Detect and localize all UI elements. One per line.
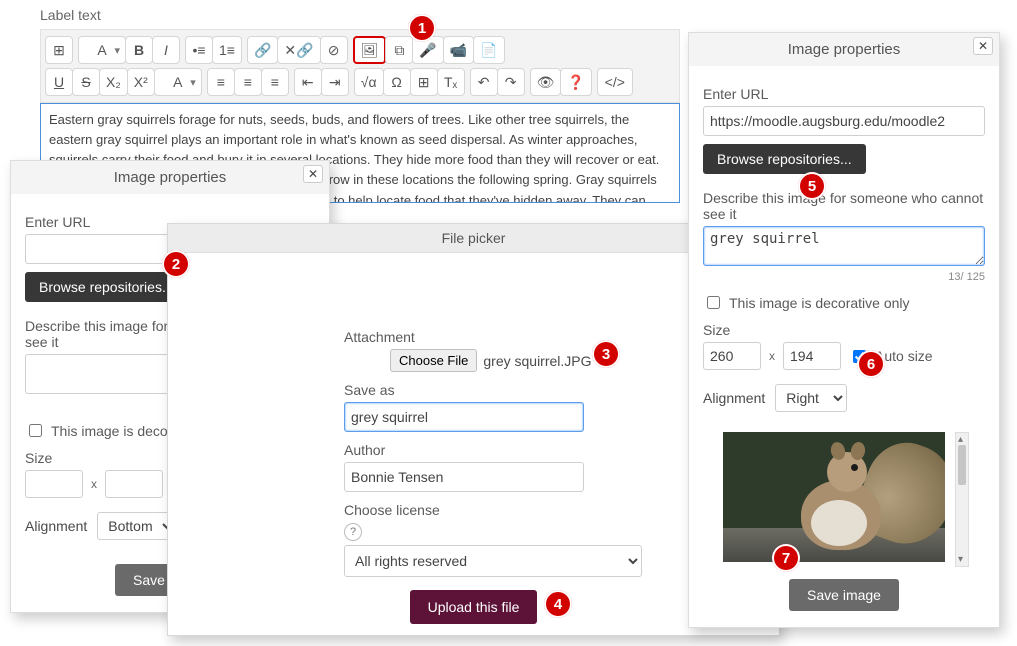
choose-file-button[interactable]: Choose File (390, 349, 477, 372)
alignment-label: Alignment (25, 518, 87, 534)
enter-url-label: Enter URL (703, 86, 985, 102)
ol-button[interactable]: 1≡ (212, 36, 242, 64)
close-icon[interactable]: ✕ (303, 165, 323, 183)
license-select[interactable]: All rights reserved (344, 545, 642, 577)
alignment-label: Alignment (703, 390, 765, 406)
dialog-title-text: Image properties (114, 169, 227, 186)
indent-button[interactable]: ⇥ (321, 68, 349, 96)
dialog-title-text: Image properties (788, 41, 901, 58)
save-as-input[interactable] (344, 402, 584, 432)
chosen-file-name: grey squirrel.JPG (483, 353, 591, 369)
strike-button[interactable]: S (72, 68, 100, 96)
step-badge-3: 3 (592, 340, 620, 368)
description-char-count: 13/ 125 (703, 271, 985, 283)
align-center-button[interactable]: ≡ (234, 68, 262, 96)
font-color-icon: A (173, 74, 182, 90)
unlink-button[interactable]: ✕🔗 (277, 36, 320, 64)
font-label-icon: A (97, 42, 106, 58)
align-left-button[interactable]: ≡ (207, 68, 235, 96)
accessibility-button[interactable]: 👁 (530, 68, 562, 96)
label-text: Label text (40, 7, 680, 23)
description-input[interactable]: grey squirrel (703, 226, 985, 266)
step-badge-5: 5 (798, 172, 826, 200)
step-badge-6: 6 (857, 350, 885, 378)
bold-button[interactable]: B (125, 36, 153, 64)
decorative-checkbox[interactable] (29, 424, 42, 437)
link-button[interactable]: 🔗 (247, 36, 278, 64)
decorative-checkbox-row[interactable]: This image is decorative only (703, 293, 985, 312)
table-button[interactable]: ⊞ (410, 68, 438, 96)
screenreader-helper-button[interactable]: ❓ (560, 68, 591, 96)
paragraph-style-dropdown[interactable]: A (78, 36, 126, 64)
ul-button[interactable]: •≡ (185, 36, 213, 64)
decorative-checkbox[interactable] (707, 296, 720, 309)
dialog-title: Image properties ✕ (689, 33, 999, 66)
italic-button[interactable]: I (152, 36, 180, 64)
close-icon[interactable]: ✕ (973, 37, 993, 55)
insert-image-button[interactable]: 🖼 (353, 36, 387, 64)
height-input[interactable] (783, 342, 841, 370)
step-badge-2: 2 (162, 250, 190, 278)
browse-repositories-button[interactable]: Browse repositories... (703, 144, 866, 174)
undo-button[interactable]: ↶ (470, 68, 498, 96)
editor-toolbar: ⊞ A B I •≡ 1≡ 🔗 ✕🔗 ⊘ 🖼 ⧉ 🎤 📹 📄 (40, 29, 680, 103)
underline-button[interactable]: U (45, 68, 73, 96)
upload-this-file-button[interactable]: Upload this file (410, 590, 538, 624)
url-input[interactable] (703, 106, 985, 136)
equation-button[interactable]: √α (354, 68, 384, 96)
record-video-button[interactable]: 📹 (443, 36, 474, 64)
redo-button[interactable]: ↷ (497, 68, 525, 96)
font-color-dropdown[interactable]: A (154, 68, 202, 96)
step-badge-7: 7 (772, 544, 800, 572)
prevent-autolink-button[interactable]: ⊘ (320, 36, 348, 64)
manage-files-button[interactable]: 📄 (473, 36, 504, 64)
height-input[interactable] (105, 470, 163, 498)
author-input[interactable] (344, 462, 584, 492)
underline-icon: U (54, 74, 64, 90)
clear-format-button[interactable]: Tₓ (437, 68, 465, 96)
step-badge-4: 4 (544, 590, 572, 618)
align-right-button[interactable]: ≡ (261, 68, 289, 96)
strike-icon: S (81, 74, 90, 90)
decorative-label: This image is decorative only (729, 295, 910, 311)
preview-scrollbar[interactable] (955, 432, 969, 567)
save-image-button[interactable]: Save image (789, 579, 899, 611)
image-preview (723, 432, 945, 562)
html-source-button[interactable]: </> (597, 68, 633, 96)
dialog-title: Image properties ✕ (11, 161, 329, 194)
special-char-button[interactable]: Ω (383, 68, 411, 96)
width-input[interactable] (703, 342, 761, 370)
describe-label: Describe this image for someone who cann… (703, 190, 985, 222)
outdent-button[interactable]: ⇤ (294, 68, 322, 96)
expand-toolbar-button[interactable]: ⊞ (45, 36, 73, 64)
italic-icon: I (164, 42, 168, 58)
insert-media-button[interactable]: ⧉ (385, 36, 413, 64)
width-input[interactable] (25, 470, 83, 498)
subscript-button[interactable]: X₂ (99, 68, 128, 96)
size-label: Size (703, 322, 985, 338)
browse-repositories-button[interactable]: Browse repositories... (25, 272, 188, 302)
help-icon[interactable]: ? (344, 523, 362, 541)
alignment-select[interactable]: Bottom (97, 512, 176, 540)
size-x-separator: x (91, 477, 97, 491)
bold-icon: B (134, 42, 144, 58)
alignment-select[interactable]: Right (775, 384, 847, 412)
step-badge-1: 1 (408, 14, 436, 42)
image-properties-dialog-right: Image properties ✕ Enter URL Browse repo… (688, 32, 1000, 628)
size-x-separator: x (769, 349, 775, 363)
superscript-button[interactable]: X² (127, 68, 155, 96)
